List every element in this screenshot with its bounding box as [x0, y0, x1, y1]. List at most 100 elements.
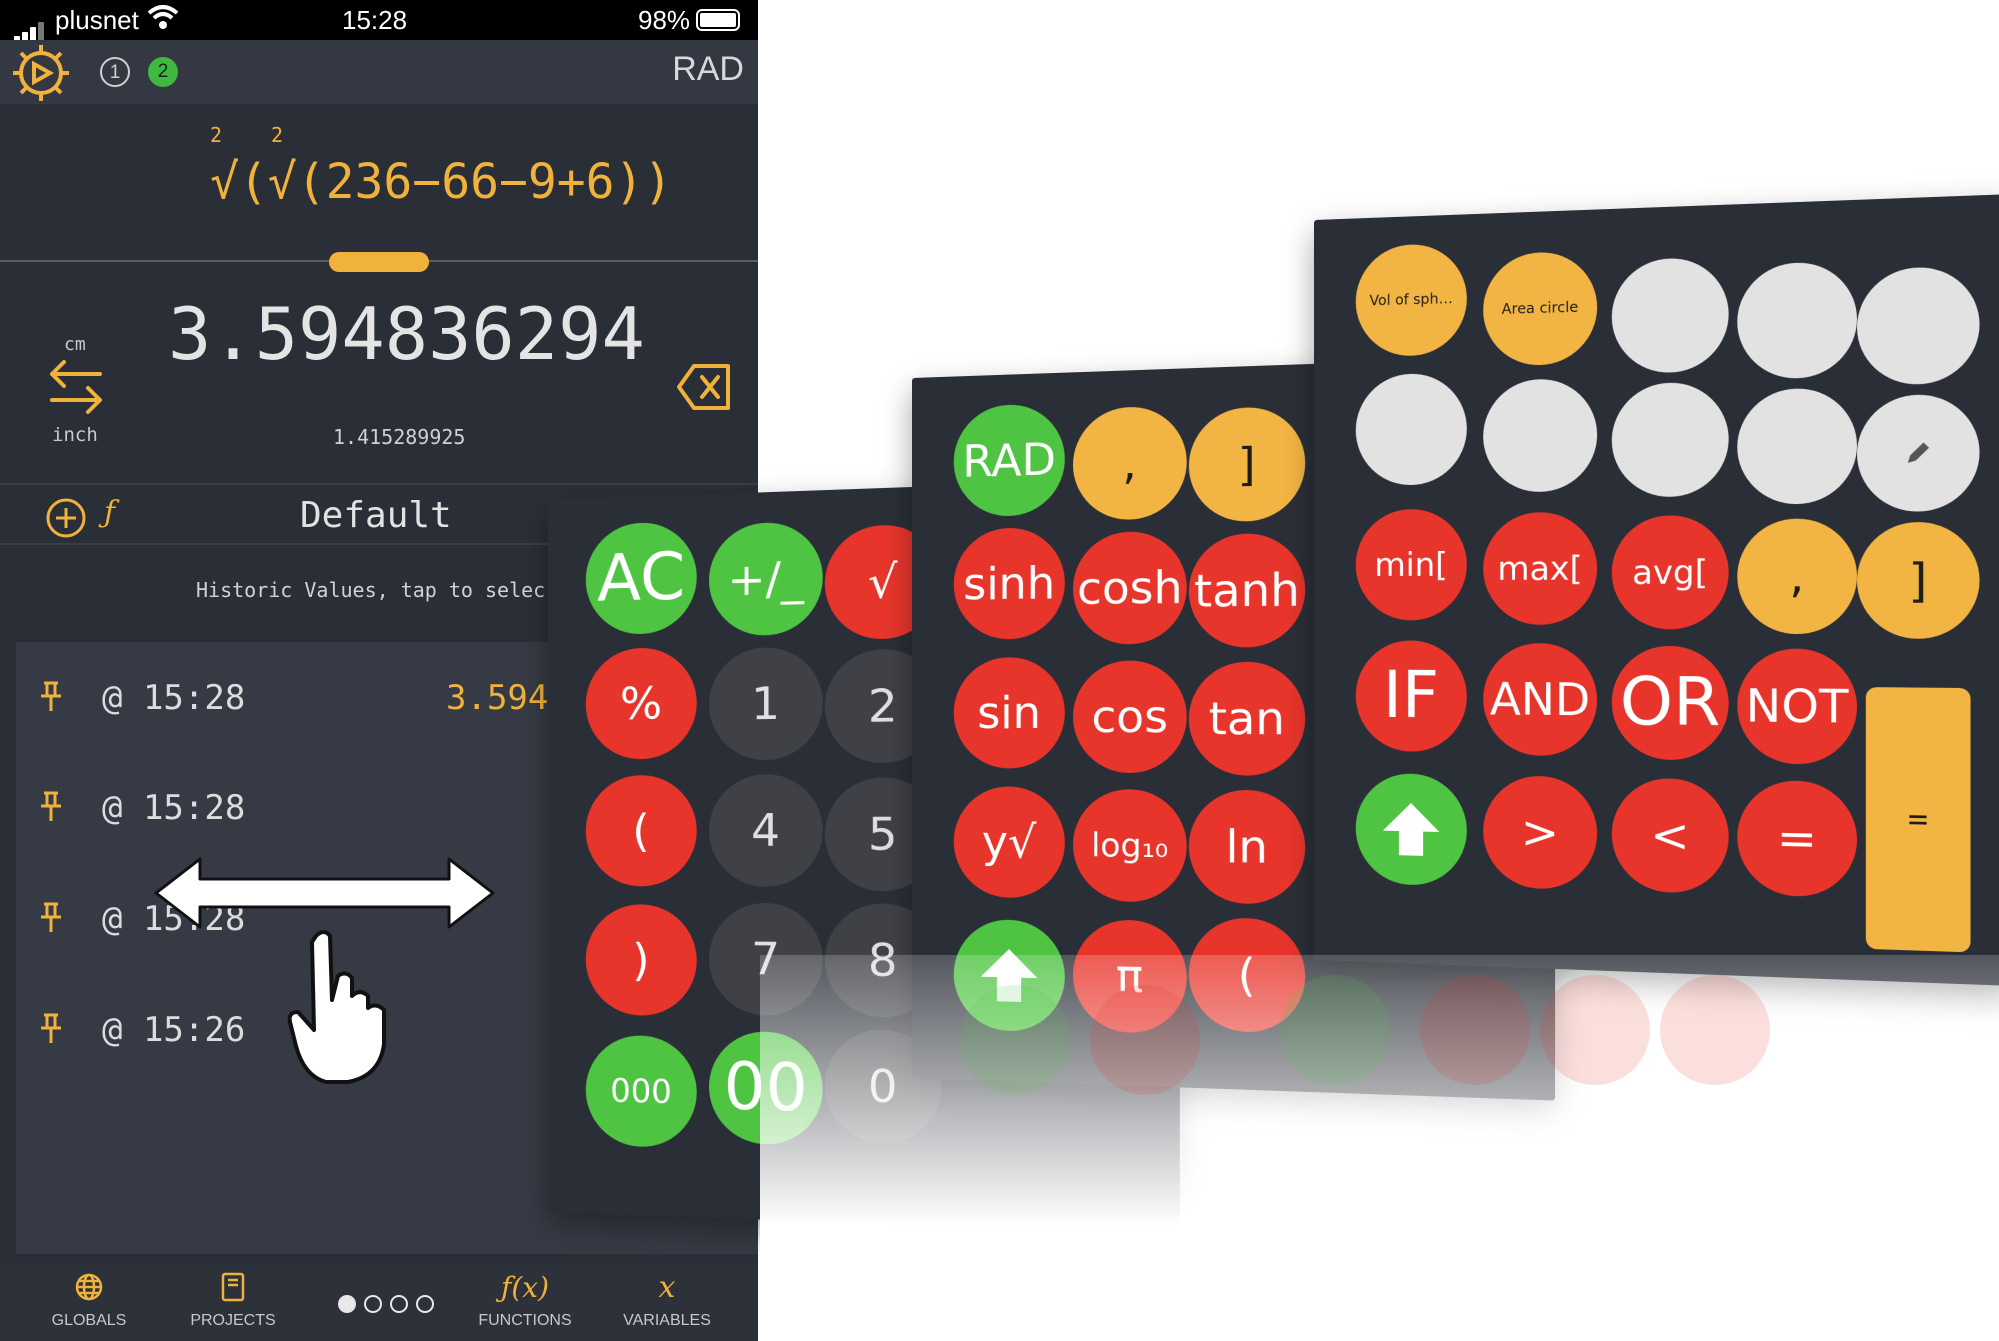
variable-x-icon: x — [612, 1264, 722, 1310]
sin-button[interactable]: sin — [954, 657, 1065, 769]
equals-button[interactable]: = — [1866, 687, 1971, 952]
less-than-button[interactable]: < — [1612, 777, 1729, 894]
drag-handle[interactable] — [329, 252, 429, 272]
pin-icon[interactable] — [38, 790, 64, 824]
tab-variables[interactable]: x VARIABLES — [612, 1264, 722, 1341]
equals-compare-button[interactable]: = — [1737, 780, 1857, 898]
empty-slot-button[interactable] — [1483, 378, 1597, 492]
status-bar: plusnet 15:28 98% — [0, 0, 758, 40]
tab-label: FUNCTIONS — [470, 1312, 580, 1330]
percent-button[interactable]: % — [586, 647, 697, 760]
wifi-icon — [147, 2, 179, 32]
area-circle-button[interactable]: Area circle — [1483, 251, 1597, 367]
cosh-button[interactable]: cosh — [1073, 531, 1187, 645]
tab-projects[interactable]: PROJECTS — [178, 1264, 288, 1341]
function-fx-icon: ƒ(x) — [470, 1264, 580, 1310]
page-dot[interactable] — [364, 1295, 382, 1313]
unit-to-label: inch — [52, 424, 98, 446]
not-button[interactable]: NOT — [1737, 648, 1857, 765]
close-paren-button[interactable]: ) — [586, 904, 697, 1016]
page-dot[interactable] — [390, 1295, 408, 1313]
open-paren-button[interactable]: ( — [586, 775, 697, 887]
pencil-icon — [1901, 437, 1934, 469]
close-bracket-button[interactable]: ] — [1857, 522, 1980, 639]
page-dot[interactable] — [338, 1295, 356, 1313]
history-time: @ 15:28 — [102, 678, 245, 718]
page-indicator[interactable] — [338, 1295, 434, 1313]
pin-icon[interactable] — [38, 1012, 64, 1046]
log10-button[interactable]: log₁₀ — [1073, 789, 1187, 903]
expression-display: 2 2 √(√(236−66−9+6)) — [210, 123, 672, 240]
sinh-button[interactable]: sinh — [954, 527, 1065, 640]
comma-button[interactable]: , — [1073, 405, 1187, 520]
status-time: 15:28 — [342, 5, 407, 36]
history-time: @ 15:26 — [102, 1010, 245, 1050]
or-button[interactable]: OR — [1612, 646, 1729, 761]
tab-label: VARIABLES — [612, 1312, 722, 1330]
empty-slot-button[interactable] — [1737, 261, 1857, 379]
close-bracket-button[interactable]: ] — [1189, 406, 1305, 523]
page-dot[interactable] — [416, 1295, 434, 1313]
sign-toggle-button[interactable]: +/_ — [709, 521, 823, 637]
max-button[interactable]: max[ — [1483, 512, 1597, 625]
empty-slot-button[interactable] — [1612, 257, 1729, 374]
up-arrow-icon — [1381, 800, 1442, 858]
if-button[interactable]: IF — [1356, 640, 1467, 752]
digit-4-button[interactable]: 4 — [709, 774, 823, 887]
function-icon: ƒ — [104, 495, 115, 530]
page-chip-2[interactable]: 2 — [148, 57, 178, 87]
history-value: 3.594 — [446, 678, 548, 718]
history-time: @ 15:28 — [102, 788, 245, 828]
greater-than-button[interactable]: > — [1483, 775, 1597, 890]
digit-1-button[interactable]: 1 — [709, 646, 823, 760]
result-value[interactable]: 3.594836294 — [168, 292, 645, 376]
converted-value: 1.415289925 — [333, 425, 465, 449]
tanh-button[interactable]: tanh — [1189, 533, 1305, 648]
tan-button[interactable]: tan — [1189, 661, 1305, 775]
min-button[interactable]: min[ — [1356, 509, 1467, 621]
rad-button[interactable]: RAD — [954, 403, 1065, 517]
globe-icon — [74, 1272, 104, 1302]
unit-from-label: cm — [64, 334, 86, 355]
comma-button[interactable]: , — [1737, 518, 1857, 634]
pin-icon[interactable] — [38, 901, 64, 935]
battery-percent: 98% — [638, 5, 690, 36]
pointing-hand-icon — [286, 926, 396, 1086]
cos-button[interactable]: cos — [1073, 660, 1187, 773]
book-icon — [220, 1272, 246, 1302]
empty-slot-button[interactable] — [1356, 373, 1467, 486]
angle-mode-toggle[interactable]: RAD — [672, 50, 744, 89]
tab-label: PROJECTS — [178, 1312, 288, 1330]
battery-icon — [696, 9, 740, 31]
edit-slot-button[interactable] — [1857, 394, 1980, 512]
keypad-custom: Vol of sph… Area circle min[ max[ avg[ ,… — [1314, 194, 1999, 986]
empty-slot-button[interactable] — [1737, 388, 1857, 505]
nth-root-button[interactable]: y√ — [954, 786, 1065, 898]
tab-functions[interactable]: ƒ(x) FUNCTIONS — [470, 1264, 580, 1341]
root-index: 2 — [210, 123, 222, 147]
history-hint: Historic Values, tap to selec — [196, 578, 545, 602]
clear-all-button[interactable]: AC — [586, 521, 697, 635]
reflection — [760, 955, 1999, 1341]
settings-gear-icon[interactable] — [10, 42, 72, 104]
backspace-icon[interactable] — [676, 362, 732, 412]
avg-button[interactable]: avg[ — [1612, 515, 1729, 630]
volume-of-sphere-button[interactable]: Vol of sph… — [1356, 243, 1467, 357]
carrier-name: plusnet — [55, 5, 139, 36]
ln-button[interactable]: ln — [1189, 790, 1305, 905]
top-bar: 1 2 RAD — [0, 40, 758, 104]
add-function-icon[interactable] — [45, 497, 87, 539]
unit-swap-icon[interactable] — [46, 356, 106, 418]
triple-zero-button[interactable]: 000 — [586, 1035, 697, 1149]
empty-slot-button[interactable] — [1857, 266, 1980, 386]
empty-slot-button[interactable] — [1612, 382, 1729, 498]
page-chip-1[interactable]: 1 — [100, 57, 130, 87]
profile-name[interactable]: Default — [300, 495, 452, 536]
swipe-arrow-icon — [152, 855, 497, 931]
pin-icon[interactable] — [38, 680, 64, 714]
and-button[interactable]: AND — [1483, 643, 1597, 757]
root-index: 2 — [271, 123, 283, 147]
expression-text: √(√(236−66−9+6)) — [210, 154, 672, 210]
shift-up-button[interactable] — [1356, 773, 1467, 887]
tab-globals[interactable]: GLOBALS — [34, 1264, 144, 1341]
